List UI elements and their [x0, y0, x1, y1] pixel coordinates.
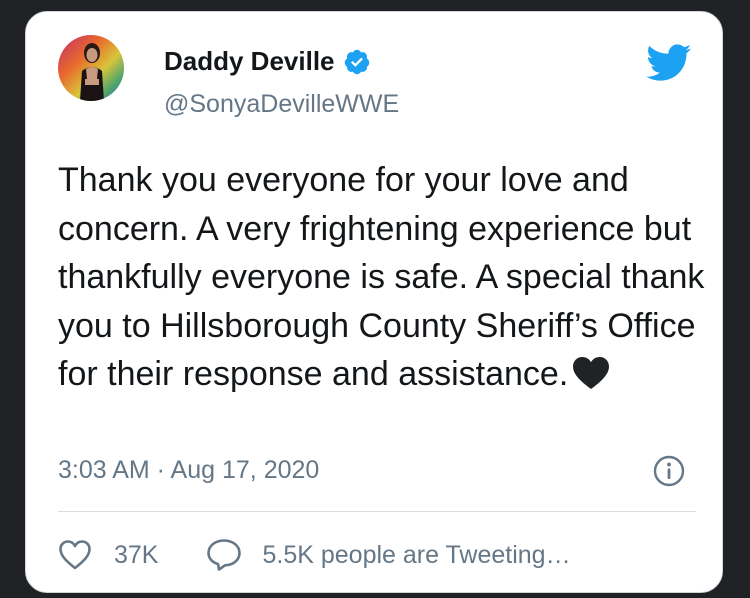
heart-outline-icon	[59, 540, 91, 570]
tweet-text: Thank you everyone for your love and con…	[58, 156, 708, 399]
display-name[interactable]: Daddy Deville	[164, 46, 371, 77]
tweet-actions: 37K 5.5K people are Tweeting…	[58, 538, 571, 572]
verified-badge-icon	[343, 48, 371, 76]
like-count: 37K	[114, 540, 159, 569]
tweet-card[interactable]: Daddy Deville @SonyaDevilleWWE Thank you…	[25, 11, 723, 593]
divider	[58, 511, 696, 512]
tweeting-count: 5.5K people are Tweeting…	[262, 540, 571, 569]
twitter-bird-icon[interactable]	[646, 44, 692, 82]
speech-bubble-icon	[207, 539, 242, 571]
black-heart-emoji	[572, 355, 610, 389]
avatar[interactable]	[58, 35, 124, 101]
author-handle[interactable]: @SonyaDevilleWWE	[164, 90, 399, 119]
tweet-timestamp[interactable]: 3:03 AM · Aug 17, 2020	[58, 456, 319, 485]
tweeting-link[interactable]: 5.5K people are Tweeting…	[206, 538, 571, 572]
display-name-text: Daddy Deville	[164, 46, 335, 76]
like-button[interactable]: 37K	[58, 539, 158, 571]
info-icon[interactable]	[653, 455, 685, 487]
